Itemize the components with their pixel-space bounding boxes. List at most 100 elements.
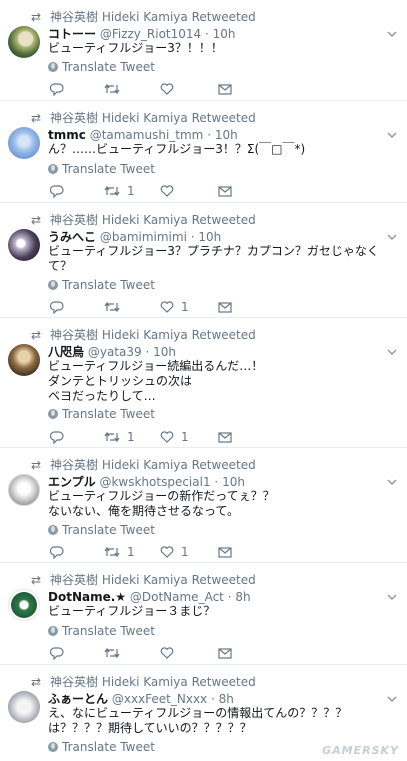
envelope-icon (218, 647, 232, 659)
avatar[interactable] (8, 344, 40, 376)
direct-message-button[interactable] (218, 645, 232, 661)
globe-icon (48, 62, 58, 72)
timestamp[interactable]: 10h (213, 27, 236, 41)
tweet-text: ビューティフルジョーの新作だってぇ？？ ないない、俺を期待させるなって。 (48, 489, 275, 518)
retweet-button[interactable]: 1 (104, 544, 135, 560)
display-name[interactable]: DotName.★ (48, 590, 126, 604)
retweet-context-label: 神谷英樹 Hideki Kamiya Retweeted (50, 111, 256, 125)
like-button[interactable]: 1 (160, 299, 189, 315)
avatar[interactable] (8, 589, 40, 621)
translate-label: Translate Tweet (62, 407, 155, 421)
retweet-icon: ⇄ (30, 212, 42, 227)
like-button[interactable] (160, 81, 181, 97)
retweet-button[interactable]: 1 (104, 183, 135, 199)
user-handle[interactable]: @tamamushi_tmm (90, 128, 204, 142)
retweet-icon: ⇄ (30, 9, 42, 24)
translate-tweet-link[interactable]: Translate Tweet (48, 624, 155, 638)
like-count: 1 (181, 430, 189, 444)
envelope-icon (218, 185, 232, 197)
display-name[interactable]: ふぁーとん (48, 692, 108, 706)
translate-tweet-link[interactable]: Translate Tweet (48, 278, 155, 292)
chevron-down-icon[interactable] (387, 130, 397, 140)
display-name[interactable]: コトーー (48, 27, 96, 41)
like-button[interactable] (160, 645, 181, 661)
translate-tweet-link[interactable]: Translate Tweet (48, 740, 155, 754)
user-handle[interactable]: @DotName_Act (130, 590, 224, 604)
avatar[interactable] (8, 26, 40, 58)
retweet-button[interactable] (104, 645, 127, 661)
tweet-text: ビューティフルジョー続編出るんだ…！ ダンテとトリッシュの次は ベヨだったりして… (48, 359, 264, 403)
envelope-icon (218, 83, 232, 95)
display-name[interactable]: tmmc (48, 128, 86, 142)
direct-message-button[interactable] (218, 429, 232, 445)
retweet-button[interactable]: 1 (104, 429, 135, 445)
reply-button[interactable] (50, 429, 64, 445)
avatar[interactable] (8, 229, 40, 261)
like-button[interactable]: 1 (160, 544, 189, 560)
user-handle[interactable]: @xxxFeet_Nxxx (112, 692, 207, 706)
tweet[interactable]: ⇄ 神谷英樹 Hideki Kamiya Retweeted tmmc @tam… (0, 101, 407, 203)
direct-message-button[interactable] (218, 544, 232, 560)
tweet[interactable]: ⇄ 神谷英樹 Hideki Kamiya Retweeted エンプル @kws… (0, 448, 407, 563)
direct-message-button[interactable] (218, 183, 232, 199)
chevron-down-icon[interactable] (387, 477, 397, 487)
translate-tweet-link[interactable]: Translate Tweet (48, 407, 155, 421)
globe-icon (48, 742, 58, 752)
display-name[interactable]: エンプル (48, 475, 96, 489)
user-handle[interactable]: @kwskhotspecial1 (99, 475, 210, 489)
timestamp[interactable]: 10h (198, 230, 221, 244)
retweet-context: ⇄ 神谷英樹 Hideki Kamiya Retweeted (28, 211, 256, 228)
globe-icon (48, 164, 58, 174)
tweet-text: ビューティフルジョー３まじ？ (48, 604, 216, 618)
chevron-down-icon[interactable] (387, 347, 397, 357)
tweet-actions: 1 1 (48, 429, 397, 445)
separator-dot: · (227, 590, 232, 604)
chevron-down-icon[interactable] (387, 592, 397, 602)
timestamp[interactable]: 10h (215, 128, 238, 142)
envelope-icon (218, 546, 232, 558)
retweet-context: ⇄ 神谷英樹 Hideki Kamiya Retweeted (28, 571, 256, 588)
timestamp[interactable]: 8h (235, 590, 250, 604)
tweet-actions: 1 1 (48, 544, 397, 560)
user-handle[interactable]: @bamimimimi (100, 230, 187, 244)
separator-dot: · (214, 475, 219, 489)
retweet-icon (104, 83, 120, 95)
avatar[interactable] (8, 474, 40, 506)
translate-tweet-link[interactable]: Translate Tweet (48, 162, 155, 176)
translate-tweet-link[interactable]: Translate Tweet (48, 60, 155, 74)
timestamp[interactable]: 10h (222, 475, 245, 489)
tweet[interactable]: ⇄ 神谷英樹 Hideki Kamiya Retweeted 八咫烏 @yata… (0, 318, 407, 448)
chevron-down-icon[interactable] (387, 232, 397, 242)
chevron-down-icon[interactable] (387, 694, 397, 704)
retweet-context-label: 神谷英樹 Hideki Kamiya Retweeted (50, 10, 256, 24)
retweet-context: ⇄ 神谷英樹 Hideki Kamiya Retweeted (28, 109, 256, 126)
tweet[interactable]: ⇄ 神谷英樹 Hideki Kamiya Retweeted コトーー @Fiz… (0, 0, 407, 101)
timestamp[interactable]: 10h (153, 345, 176, 359)
retweet-button[interactable] (104, 81, 127, 97)
chevron-down-icon[interactable] (387, 29, 397, 39)
tweet[interactable]: ⇄ 神谷英樹 Hideki Kamiya Retweeted DotName.★… (0, 563, 407, 665)
retweet-button[interactable] (104, 299, 127, 315)
reply-button[interactable] (50, 299, 64, 315)
user-handle[interactable]: @yata39 (88, 345, 142, 359)
like-button[interactable] (160, 183, 181, 199)
tweet[interactable]: ⇄ 神谷英樹 Hideki Kamiya Retweeted うみへこ @bam… (0, 203, 407, 318)
avatar[interactable] (8, 691, 40, 723)
tweet-actions: 1 (48, 183, 397, 199)
retweet-context-label: 神谷英樹 Hideki Kamiya Retweeted (50, 675, 256, 689)
reply-button[interactable] (50, 183, 64, 199)
translate-tweet-link[interactable]: Translate Tweet (48, 523, 155, 537)
timestamp[interactable]: 8h (219, 692, 234, 706)
display-name[interactable]: 八咫烏 (48, 345, 84, 359)
display-name[interactable]: うみへこ (48, 230, 96, 244)
reply-button[interactable] (50, 645, 64, 661)
reply-button[interactable] (50, 544, 64, 560)
reply-button[interactable] (50, 81, 64, 97)
user-handle[interactable]: @Fizzy_Riot1014 (100, 27, 201, 41)
translate-label: Translate Tweet (62, 162, 155, 176)
globe-icon (48, 525, 58, 535)
direct-message-button[interactable] (218, 81, 232, 97)
direct-message-button[interactable] (218, 299, 232, 315)
avatar[interactable] (8, 127, 40, 159)
like-button[interactable]: 1 (160, 429, 189, 445)
